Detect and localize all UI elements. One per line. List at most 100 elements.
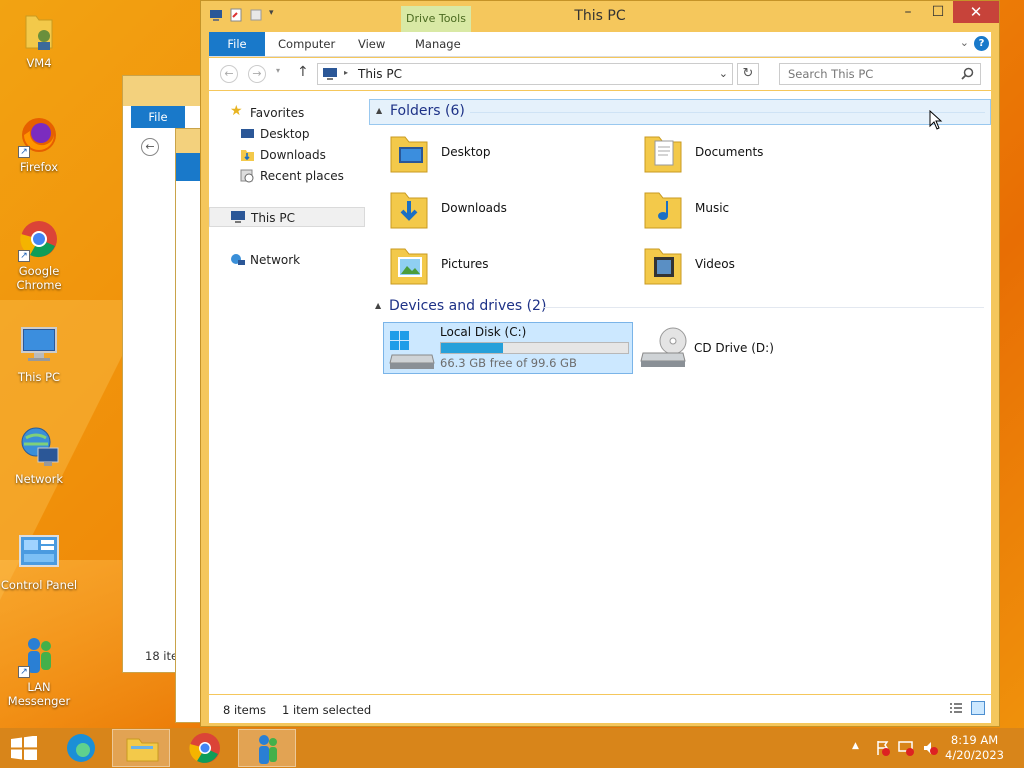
desktop-icon-this-pc[interactable]: This PC xyxy=(0,322,78,384)
show-hidden-icons-button[interactable]: ▲ xyxy=(852,741,859,751)
address-dropdown-chevron-icon[interactable]: ⌄ xyxy=(719,67,728,80)
nav-item-desktop[interactable]: Desktop xyxy=(241,127,310,141)
search-input[interactable]: Search This PC xyxy=(779,63,981,85)
tab-file[interactable]: File xyxy=(209,32,265,56)
help-icon[interactable]: ? xyxy=(974,36,989,51)
nav-item-downloads[interactable]: Downloads xyxy=(241,148,326,162)
window-title: This PC xyxy=(574,8,626,24)
folder-label: Documents xyxy=(695,145,764,159)
folder-item-music[interactable]: Music xyxy=(633,183,883,235)
drive-usage-fill xyxy=(441,343,504,353)
network-icon xyxy=(16,424,62,470)
folders-group-header[interactable]: ▲ Folders (6) xyxy=(369,99,991,125)
star-icon: ★ xyxy=(230,103,243,119)
explorer-window[interactable]: ▾ Drive Tools This PC – ☐ ✕ File Compute… xyxy=(200,0,1000,727)
nav-item-recent-places[interactable]: Recent places xyxy=(240,169,344,183)
taskbar: ▲ 8:19 AM 4/20/2023 xyxy=(0,728,1024,768)
maximize-button[interactable]: ☐ xyxy=(923,1,953,23)
this-pc-nav-icon xyxy=(230,210,246,227)
desktop-icon-network[interactable]: Network xyxy=(0,424,78,486)
collapse-arrow-icon[interactable]: ▲ xyxy=(375,301,381,310)
refresh-button[interactable]: ↻ xyxy=(737,63,759,85)
desktop-icon-label: Network xyxy=(14,472,64,486)
taskbar-lan-messenger[interactable] xyxy=(238,729,296,767)
drive-name: CD Drive (D:) xyxy=(694,341,774,355)
shortcut-arrow-icon: ↗ xyxy=(18,250,30,262)
action-center-flag-icon[interactable] xyxy=(875,740,891,759)
folder-item-documents[interactable]: Documents xyxy=(633,127,883,179)
clock-date: 4/20/2023 xyxy=(945,748,1004,762)
search-icon[interactable] xyxy=(961,67,974,83)
back-button[interactable]: ← xyxy=(220,65,238,83)
nav-item-label: This PC xyxy=(251,211,295,225)
volume-muted-icon[interactable] xyxy=(922,740,938,759)
folder-label: Pictures xyxy=(441,257,489,271)
desktop-icon-firefox[interactable]: ↗ Firefox xyxy=(0,112,78,174)
desktop-icon-label: Firefox xyxy=(19,160,59,174)
window-titlebar[interactable]: ▾ Drive Tools This PC – ☐ ✕ xyxy=(201,1,999,32)
folder-item-downloads[interactable]: Downloads xyxy=(379,183,629,235)
close-button[interactable]: ✕ xyxy=(953,1,999,23)
ribbon-expand-chevron-icon[interactable]: ⌄ xyxy=(960,36,969,49)
desktop-icon-lan-messenger[interactable]: ↗ LAN Messenger xyxy=(0,632,78,708)
shortcut-arrow-icon: ↗ xyxy=(18,146,30,158)
downloads-folder-icon xyxy=(389,187,429,231)
nav-item-this-pc[interactable]: This PC xyxy=(209,207,365,227)
nav-item-network[interactable]: Network xyxy=(231,253,301,267)
drive-item-cd-drive-d[interactable]: CD Drive (D:) xyxy=(637,322,887,374)
nav-item-favorites[interactable]: ★ Favorites xyxy=(230,103,305,120)
music-folder-icon xyxy=(643,187,683,231)
desktop-icon-label: Control Panel xyxy=(0,578,78,592)
folder-label: Music xyxy=(695,201,730,215)
large-icons-view-icon[interactable] xyxy=(971,701,985,715)
recent-places-icon xyxy=(240,169,255,183)
taskbar-chrome[interactable] xyxy=(176,729,234,767)
drive-usage-bar xyxy=(440,342,629,354)
network-tray-icon[interactable] xyxy=(898,740,914,759)
up-button[interactable]: ↑ xyxy=(297,64,309,80)
desktop-icon-label: VM4 xyxy=(26,56,52,70)
address-path: This PC xyxy=(358,67,402,81)
taskbar-file-explorer[interactable] xyxy=(112,729,170,767)
collapse-arrow-icon[interactable]: ▲ xyxy=(376,106,382,115)
nav-item-label: Downloads xyxy=(260,148,326,162)
taskbar-edge[interactable] xyxy=(52,729,110,767)
folder-item-desktop[interactable]: Desktop xyxy=(379,127,629,179)
explorer-content: ★ Favorites Desktop Downloads Recent pla… xyxy=(209,91,991,694)
documents-folder-icon xyxy=(643,131,683,175)
drive-item-local-disk-c[interactable]: Local Disk (C:) 66.3 GB free of 99.6 GB xyxy=(383,322,633,374)
nav-item-label: Recent places xyxy=(260,169,344,183)
details-view-icon[interactable] xyxy=(949,702,963,717)
desktop-icon-control-panel[interactable]: Control Panel xyxy=(0,530,78,592)
control-panel-icon xyxy=(16,530,62,576)
folder-label: Desktop xyxy=(441,145,491,159)
caption-buttons: – ☐ ✕ xyxy=(893,1,999,23)
nav-item-label: Favorites xyxy=(250,106,305,120)
folder-user-icon xyxy=(16,8,62,54)
tab-manage[interactable]: Manage xyxy=(405,32,471,56)
desktop-icon-vm4[interactable]: VM4 xyxy=(0,8,78,70)
taskbar-clock[interactable]: 8:19 AM 4/20/2023 xyxy=(945,733,1004,763)
background-window-file-tab[interactable]: File xyxy=(131,106,185,128)
ribbon-tabs: File Computer View Manage ⌄ ? xyxy=(209,32,991,57)
start-button[interactable] xyxy=(10,735,38,763)
address-box[interactable]: ▸ This PC ⌄ xyxy=(317,63,733,85)
group-divider xyxy=(470,112,985,113)
minimize-button[interactable]: – xyxy=(893,1,923,23)
pictures-folder-icon xyxy=(389,243,429,287)
hard-drive-icon xyxy=(388,327,436,374)
desktop-icon-chrome[interactable]: ↗ Google Chrome xyxy=(0,216,78,292)
downloads-folder-small-icon xyxy=(240,148,255,162)
forward-button[interactable]: → xyxy=(248,65,266,83)
tab-view[interactable]: View xyxy=(348,32,395,56)
background-window-back-icon[interactable]: ← xyxy=(141,138,159,156)
drives-group-header[interactable]: ▲ Devices and drives (2) xyxy=(369,295,991,321)
folder-item-videos[interactable]: Videos xyxy=(633,239,883,291)
recent-locations-chevron-icon[interactable]: ▾ xyxy=(276,66,280,75)
this-pc-small-icon xyxy=(322,67,338,84)
breadcrumb-separator-icon[interactable]: ▸ xyxy=(344,68,348,77)
tab-computer[interactable]: Computer xyxy=(268,32,345,56)
nav-item-label: Network xyxy=(250,253,301,267)
desktop-folder-icon xyxy=(389,131,429,175)
folder-item-pictures[interactable]: Pictures xyxy=(379,239,629,291)
